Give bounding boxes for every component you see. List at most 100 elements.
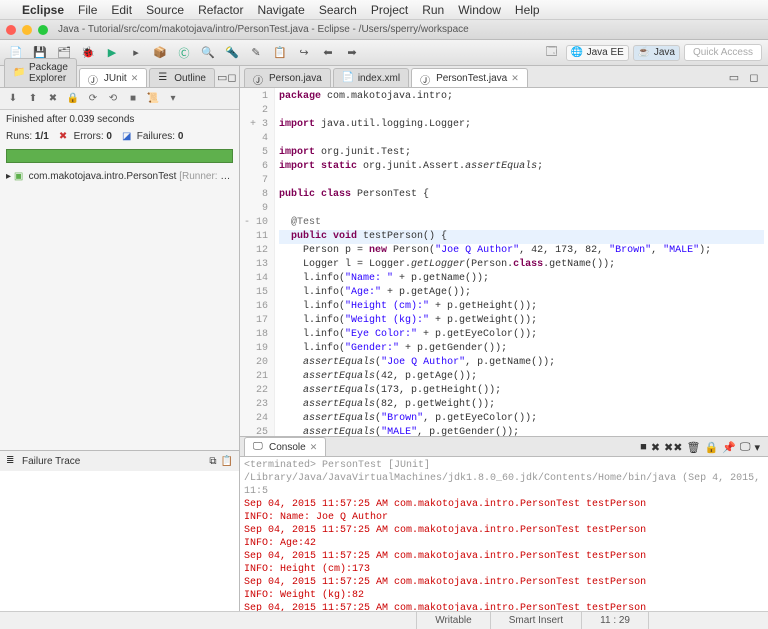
toggle-mark-button[interactable]: ✎ bbox=[246, 43, 266, 63]
run-button[interactable]: ▶ bbox=[102, 43, 122, 63]
stop-icon[interactable]: ■ bbox=[126, 92, 140, 106]
failures-label: Failures: bbox=[137, 131, 175, 142]
menu-project[interactable]: Project bbox=[371, 3, 408, 17]
close-icon[interactable]: ✕ bbox=[131, 73, 139, 84]
scroll-lock-icon[interactable]: 🔒 bbox=[704, 441, 718, 454]
maximize-editor-icon[interactable]: ◻ bbox=[744, 67, 764, 87]
open-type-button[interactable]: 🔍 bbox=[198, 43, 218, 63]
maximize-view-icon[interactable]: ◻ bbox=[227, 67, 236, 87]
run-last-button[interactable]: ▸ bbox=[126, 43, 146, 63]
outline-icon: ☰ bbox=[158, 72, 170, 84]
scroll-lock-icon[interactable]: 🔒 bbox=[66, 92, 80, 106]
editor-gutter: 1 2+ 3 4 5 6 7 8 9- 10 11 12 13 14 15 16… bbox=[240, 88, 275, 436]
close-icon[interactable]: ✕ bbox=[310, 442, 318, 453]
tab-package-explorer[interactable]: 📁 Package Explorer bbox=[4, 58, 77, 87]
open-perspective-button[interactable]: 🗔 bbox=[542, 43, 562, 63]
next-annotation-button[interactable]: ↪ bbox=[294, 43, 314, 63]
zoom-icon[interactable] bbox=[38, 25, 48, 35]
pin-console-icon[interactable]: 📌 bbox=[722, 441, 736, 454]
quick-access[interactable]: Quick Access bbox=[684, 44, 762, 61]
menu-search[interactable]: Search bbox=[319, 3, 357, 17]
tab-outline[interactable]: ☰ Outline bbox=[149, 68, 215, 87]
forward-button[interactable]: ➡ bbox=[342, 43, 362, 63]
editor-tab-index[interactable]: 📄 index.xml bbox=[333, 68, 409, 87]
console-output[interactable]: <terminated> PersonTest [JUnit] /Library… bbox=[240, 457, 768, 611]
macos-menubar: Eclipse File Edit Source Refactor Naviga… bbox=[0, 0, 768, 20]
perspective-java[interactable]: ☕ Java bbox=[633, 45, 680, 61]
minimize-editor-icon[interactable]: ▭ bbox=[724, 67, 744, 87]
failure-trace-header: ≣ Failure Trace ⧉ 📋 bbox=[0, 450, 239, 471]
annotation-button[interactable]: 📋 bbox=[270, 43, 290, 63]
failure-trace-content bbox=[0, 471, 239, 611]
menu-refactor[interactable]: Refactor bbox=[198, 3, 243, 17]
close-icon[interactable]: ✕ bbox=[511, 73, 519, 84]
perspective-java-label: Java bbox=[654, 47, 675, 58]
tab-console[interactable]: 🖵 Console ✕ bbox=[244, 437, 326, 456]
filter-stack-icon[interactable]: 📋 bbox=[221, 456, 233, 467]
editor-tab-person[interactable]: Ⓙ Person.java bbox=[244, 68, 331, 87]
menu-file[interactable]: File bbox=[78, 3, 97, 17]
runs-label: Runs: bbox=[6, 131, 32, 142]
remove-all-icon[interactable]: ✖✖ bbox=[664, 441, 682, 454]
menu-navigate[interactable]: Navigate bbox=[257, 3, 304, 17]
clear-console-icon[interactable]: 🗑 bbox=[686, 441, 700, 454]
stack-icon: ≣ bbox=[6, 455, 18, 467]
history-icon[interactable]: 📜 bbox=[146, 92, 160, 106]
tab-junit[interactable]: Ⓙ JUnit ✕ bbox=[79, 68, 147, 87]
menu-app[interactable]: Eclipse bbox=[22, 3, 64, 17]
status-bar: Writable Smart Insert 11 : 29 bbox=[0, 611, 768, 629]
prev-failure-icon[interactable]: ⬆ bbox=[26, 92, 40, 106]
globe-icon: 🌐 bbox=[571, 47, 583, 59]
view-menu-icon[interactable]: ▾ bbox=[166, 92, 180, 106]
left-view-tabs: 📁 Package Explorer Ⓙ JUnit ✕ ☰ Outline ▭… bbox=[0, 66, 239, 88]
junit-icon: Ⓙ bbox=[88, 72, 100, 84]
minimize-icon[interactable] bbox=[22, 25, 32, 35]
show-failures-icon[interactable]: ✖ bbox=[46, 92, 60, 106]
compare-icon[interactable]: ⧉ bbox=[209, 456, 216, 467]
menu-source[interactable]: Source bbox=[146, 3, 184, 17]
editor-code-area[interactable]: package com.makotojava.intro; import jav… bbox=[275, 88, 768, 436]
junit-results-tree[interactable]: ▸ ▣ com.makotojava.intro.PersonTest [Run… bbox=[0, 167, 239, 450]
editor-tab-persontest[interactable]: Ⓙ PersonTest.java ✕ bbox=[411, 68, 528, 87]
open-console-icon[interactable]: ▾ bbox=[754, 441, 760, 454]
perspective-javaee-label: Java EE bbox=[587, 47, 624, 58]
close-icon[interactable] bbox=[6, 25, 16, 35]
window-title: Java - Tutorial/src/com/makotojava/intro… bbox=[58, 24, 469, 35]
display-selected-icon[interactable]: 🖵 bbox=[740, 441, 751, 454]
tab-package-explorer-label: Package Explorer bbox=[29, 62, 68, 84]
runs-value: 1/1 bbox=[35, 131, 49, 142]
right-panel: Ⓙ Person.java 📄 index.xml Ⓙ PersonTest.j… bbox=[240, 66, 768, 611]
junit-tree-node[interactable]: ▸ ▣ com.makotojava.intro.PersonTest [Run… bbox=[6, 171, 233, 183]
new-class-button[interactable]: Ⓒ bbox=[174, 43, 194, 63]
menu-edit[interactable]: Edit bbox=[111, 3, 132, 17]
menu-window[interactable]: Window bbox=[458, 3, 501, 17]
perspective-javaee[interactable]: 🌐 Java EE bbox=[566, 45, 629, 61]
new-package-button[interactable]: 📦 bbox=[150, 43, 170, 63]
junit-tree-runner: [Runner: JUnit 4] (0 bbox=[179, 171, 233, 182]
rerun-failed-icon[interactable]: ⟲ bbox=[106, 92, 120, 106]
junit-progress-bar bbox=[6, 149, 233, 163]
console-header: <terminated> PersonTest [JUnit] /Library… bbox=[244, 459, 764, 498]
debug-button[interactable]: 🐞 bbox=[78, 43, 98, 63]
remove-launch-icon[interactable]: ✖ bbox=[651, 441, 660, 454]
back-button[interactable]: ⬅ bbox=[318, 43, 338, 63]
rerun-icon[interactable]: ⟳ bbox=[86, 92, 100, 106]
error-icon: ✖ bbox=[59, 131, 71, 143]
search-button[interactable]: 🔦 bbox=[222, 43, 242, 63]
eclipse-toolbar: 📄 💾 🗂 🐞 ▶ ▸ 📦 Ⓒ 🔍 🔦 ✎ 📋 ↪ ⬅ ➡ 🗔 🌐 Java E… bbox=[0, 40, 768, 66]
minimize-view-icon[interactable]: ▭ bbox=[217, 67, 227, 87]
console-tabs: 🖵 Console ✕ ■ ✖ ✖✖ 🗑 🔒 📌 🖵 ▾ bbox=[240, 437, 768, 457]
next-failure-icon[interactable]: ⬇ bbox=[6, 92, 20, 106]
menu-run[interactable]: Run bbox=[422, 3, 444, 17]
console-icon: 🖵 bbox=[253, 441, 265, 453]
terminate-icon[interactable]: ■ bbox=[640, 441, 647, 454]
editor-tab-persontest-label: PersonTest.java bbox=[436, 73, 507, 84]
package-icon: 📁 bbox=[13, 67, 25, 79]
xml-icon: 📄 bbox=[342, 72, 354, 84]
status-insert-mode: Smart Insert bbox=[490, 612, 581, 629]
junit-tree-root-label: com.makotojava.intro.PersonTest bbox=[29, 171, 177, 182]
code-editor[interactable]: 1 2+ 3 4 5 6 7 8 9- 10 11 12 13 14 15 16… bbox=[240, 88, 768, 436]
menu-help[interactable]: Help bbox=[515, 3, 540, 17]
window-controls bbox=[6, 25, 48, 35]
j-icon: ☕ bbox=[638, 47, 650, 59]
